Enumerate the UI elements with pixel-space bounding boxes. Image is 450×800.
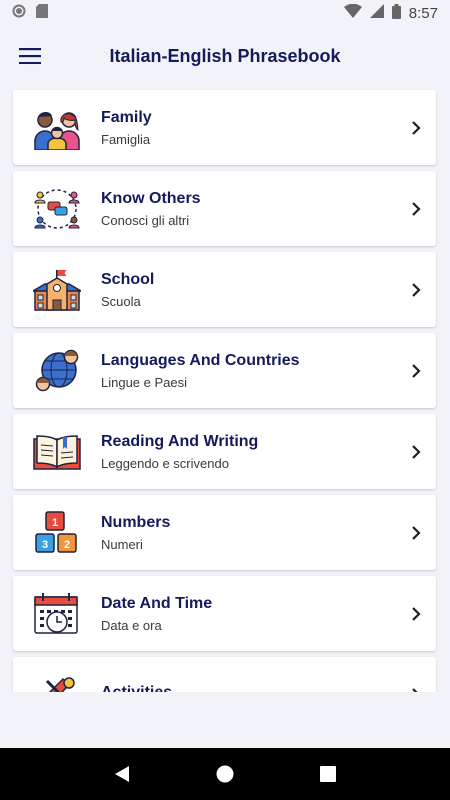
category-card-reading-and-writing[interactable]: Reading And Writing Leggendo e scrivendo — [13, 414, 436, 489]
open-book-icon — [33, 434, 81, 470]
activities-icon — [45, 676, 75, 692]
category-title: Activities — [101, 683, 173, 693]
category-card-languages-and-countries[interactable]: Languages And Countries Lingue e Paesi — [13, 333, 436, 408]
category-card-family[interactable]: Family Famiglia — [13, 90, 436, 165]
wifi-icon — [343, 3, 362, 22]
page-title: Italian-English Phrasebook — [109, 46, 341, 66]
chevron-right-icon — [412, 687, 419, 692]
globe-people-icon — [35, 349, 79, 391]
category-title: Know Others — [101, 190, 201, 207]
category-subtitle: Conosci gli altri — [101, 213, 190, 228]
category-title: Languages And Countries — [101, 352, 300, 369]
chevron-right-icon — [412, 282, 421, 297]
category-title: Reading And Writing — [101, 433, 259, 450]
recents-square-icon — [320, 766, 337, 782]
calendar-clock-icon — [34, 592, 78, 634]
category-card-date-and-time[interactable]: Date And Time Data e ora — [13, 576, 436, 651]
sd-card-icon — [36, 3, 48, 23]
category-subtitle: Lingue e Paesi — [101, 375, 188, 390]
status-bar: 8:57 — [0, 0, 450, 26]
category-title: Family — [101, 109, 152, 126]
number-blocks-icon: 1 3 2 — [35, 510, 77, 553]
number-block-label: 1 — [52, 517, 58, 529]
home-circle-icon — [216, 765, 234, 783]
chevron-right-icon — [412, 201, 421, 216]
school-icon — [33, 269, 81, 311]
family-icon — [34, 111, 80, 150]
status-time: 8:57 — [408, 4, 438, 22]
recents-button[interactable] — [308, 754, 348, 794]
category-card-numbers[interactable]: 1 3 2 Numbers Numeri — [13, 495, 436, 570]
number-block-label: 2 — [64, 539, 70, 551]
category-title: Date And Time — [101, 595, 213, 612]
category-card-school[interactable]: School Scuola — [13, 252, 436, 327]
category-card-know-others[interactable]: Know Others Conosci gli altri — [13, 171, 436, 246]
chevron-right-icon — [412, 525, 421, 540]
signal-icon — [369, 4, 384, 22]
category-title: Numbers — [101, 514, 171, 531]
system-navigation-bar — [0, 748, 450, 800]
menu-button[interactable] — [0, 26, 60, 86]
category-subtitle: Scuola — [101, 294, 141, 309]
know-others-icon — [34, 188, 80, 229]
back-triangle-icon — [114, 766, 129, 782]
category-subtitle: Famiglia — [101, 132, 151, 147]
category-subtitle: Numeri — [101, 537, 143, 552]
circle-status-icon — [12, 4, 26, 23]
category-subtitle: Leggendo e scrivendo — [101, 456, 229, 471]
back-button[interactable] — [102, 754, 142, 794]
category-list[interactable]: Family Famiglia Know Others Conosci gli … — [0, 86, 450, 692]
number-block-label: 3 — [42, 539, 48, 551]
category-subtitle: Data e ora — [101, 618, 162, 633]
category-title: School — [101, 271, 155, 288]
chevron-right-icon — [412, 363, 421, 378]
chevron-right-icon — [412, 444, 421, 459]
category-card-activities[interactable]: Activities — [13, 657, 436, 692]
chevron-right-icon — [412, 120, 421, 135]
app-bar: Italian-English Phrasebook — [0, 26, 450, 86]
chevron-right-icon — [412, 606, 421, 621]
battery-icon — [391, 3, 401, 23]
home-button[interactable] — [205, 754, 245, 794]
hamburger-menu-icon — [19, 48, 41, 64]
